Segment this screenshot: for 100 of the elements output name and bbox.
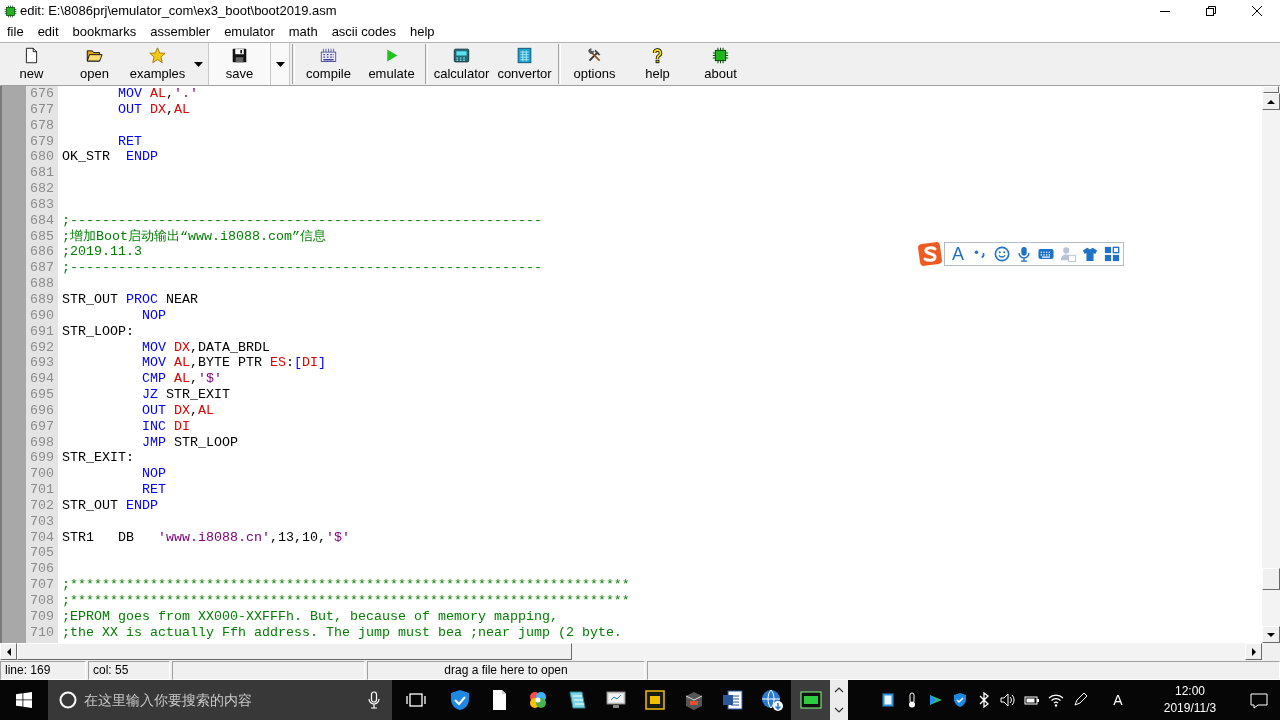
play-icon [928,692,944,708]
code-line: MOV AL,BYTE PTR ES:[DI] [142,355,326,371]
pen-icon [1072,692,1088,708]
keyboard-icon [1038,246,1054,262]
toolbar-button[interactable]: calculator [430,43,493,85]
task-view-icon [406,692,426,708]
code-line: ;----------------------------------------------------------- [62,212,542,228]
scrollbar-thumb[interactable] [1262,568,1280,590]
arrow-down-icon [1267,632,1275,637]
toolbar-button[interactable]: new [0,43,63,85]
toolbar-button[interactable]: options [563,43,626,85]
scroll-up-button[interactable] [1262,93,1280,110]
line-number: 678 [30,117,55,134]
line-number: 697 [30,418,55,435]
menu-item[interactable]: bookmarks [65,23,144,41]
code-line: OK_STR ENDP [62,149,158,165]
toolbar-button[interactable]: help [626,43,689,85]
line-number: 710 [30,624,55,641]
code-line: INC DI [142,418,190,434]
line-number: 676 [30,86,55,102]
scrollbar-thumb[interactable] [17,643,572,660]
toolbar-button[interactable]: open [63,43,126,85]
shirt-icon [1082,246,1098,262]
line-number: 694 [30,371,55,388]
toolbar-button[interactable]: examples [126,43,189,85]
chip-icon [4,4,17,18]
code-line: STR1 DB 'www.i8088.cn',13,10,'$' [62,529,350,545]
caret-icon [275,61,285,67]
menu-item[interactable]: edit [30,23,66,41]
menu-item[interactable]: help [402,23,442,41]
tools-icon [586,47,603,64]
line-number: 682 [30,181,55,197]
code-line: OUT DX,AL [118,101,190,117]
menu-item[interactable]: file [0,23,31,41]
line-number: 707 [30,577,55,593]
code-line: ;********************************************************************** [62,593,630,608]
ring-icon [59,691,77,709]
document-icon [720,688,745,712]
code-line: OUT DX,AL [142,402,214,418]
code-line: ;增加Boot启动输出“www.i8088.com”信息 [62,228,326,244]
menu-item[interactable]: math [281,23,325,41]
code-line: ;the XX is actually Ffh address. The jump must bea ;near jump (2 byte. [62,624,622,640]
line-number: 692 [30,339,55,356]
code-line: STR_EXIT: [62,450,134,466]
minimize-icon [1160,10,1170,12]
scroll-up-button[interactable] [830,680,848,700]
toolbar-button[interactable]: save [208,43,271,85]
microphone-icon [368,691,380,709]
scroll-down-button[interactable] [830,700,848,720]
code-line: ;2019.11.3 [62,244,142,260]
scroll-down-button[interactable] [1262,626,1280,643]
wifi-icon [1048,692,1064,708]
menu-item[interactable]: assembler [143,23,218,41]
arrow-right-icon [1251,647,1256,656]
code-line: STR_OUT PROC NEAR [62,291,198,307]
taskbar-app[interactable] [791,680,830,720]
code-line: NOP [142,466,166,482]
code-line: JZ STR_EXIT [142,387,230,403]
toolbar-button[interactable]: compile [297,43,360,85]
folder-icon [86,47,103,64]
chip-icon [642,688,667,712]
line-number: 700 [30,466,55,483]
line-number: 684 [30,212,55,229]
toolbar-button[interactable]: emulate [360,43,423,85]
start-icon [16,692,32,708]
table-icon [516,47,533,64]
line-number: 708 [30,593,55,609]
menu-item[interactable]: emulator [217,23,282,41]
search-box[interactable]: 在这里输入你要搜索的内容 [48,680,392,720]
page-icon [23,47,40,64]
close-icon [1252,6,1262,16]
line-number: 681 [30,165,55,182]
line-number: 679 [30,133,55,150]
line-number: 701 [30,482,55,498]
ime-logo-icon [916,240,944,268]
code-line: ;EPROM goes from XX000-XXFFFh. But, because of memory mapping, [62,608,558,624]
code-line: STR_OUT ENDP [62,497,158,513]
menu-item[interactable]: ascii codes [324,23,403,41]
search-field[interactable]: 在这里输入你要搜索的内容 [84,689,368,711]
input-mode-indicator[interactable]: A [1104,680,1132,720]
chevron-down-icon [834,707,844,713]
scroll-right-button[interactable] [1245,643,1262,660]
clock-time[interactable]: 12:00 [1175,683,1205,700]
toolbar-button[interactable]: about [689,43,752,85]
line-number: 698 [30,434,55,451]
input-mode-indicator[interactable]: A [947,244,969,264]
window-title: edit: E:\8086prj\emulator_com\ex3_boot\boot2019.asm [20,2,337,21]
dropdown-button[interactable] [271,43,290,85]
drop-hint: drag a file here to open [367,661,645,680]
line-indicator: line: 169 [0,661,86,680]
line-number: 691 [30,323,55,340]
scroll-left-button[interactable] [0,643,17,660]
toolbar-button[interactable]: convertor [493,43,556,85]
grid-icon [1104,246,1120,262]
line-number: 696 [30,402,55,419]
code-line: ;----------------------------------------------------------- [62,260,542,276]
column-indicator: col: 55 [88,661,170,680]
line-number: 680 [30,149,55,166]
split-box[interactable] [1263,86,1279,93]
clock-date[interactable]: 2019/11/3 [1163,700,1217,717]
